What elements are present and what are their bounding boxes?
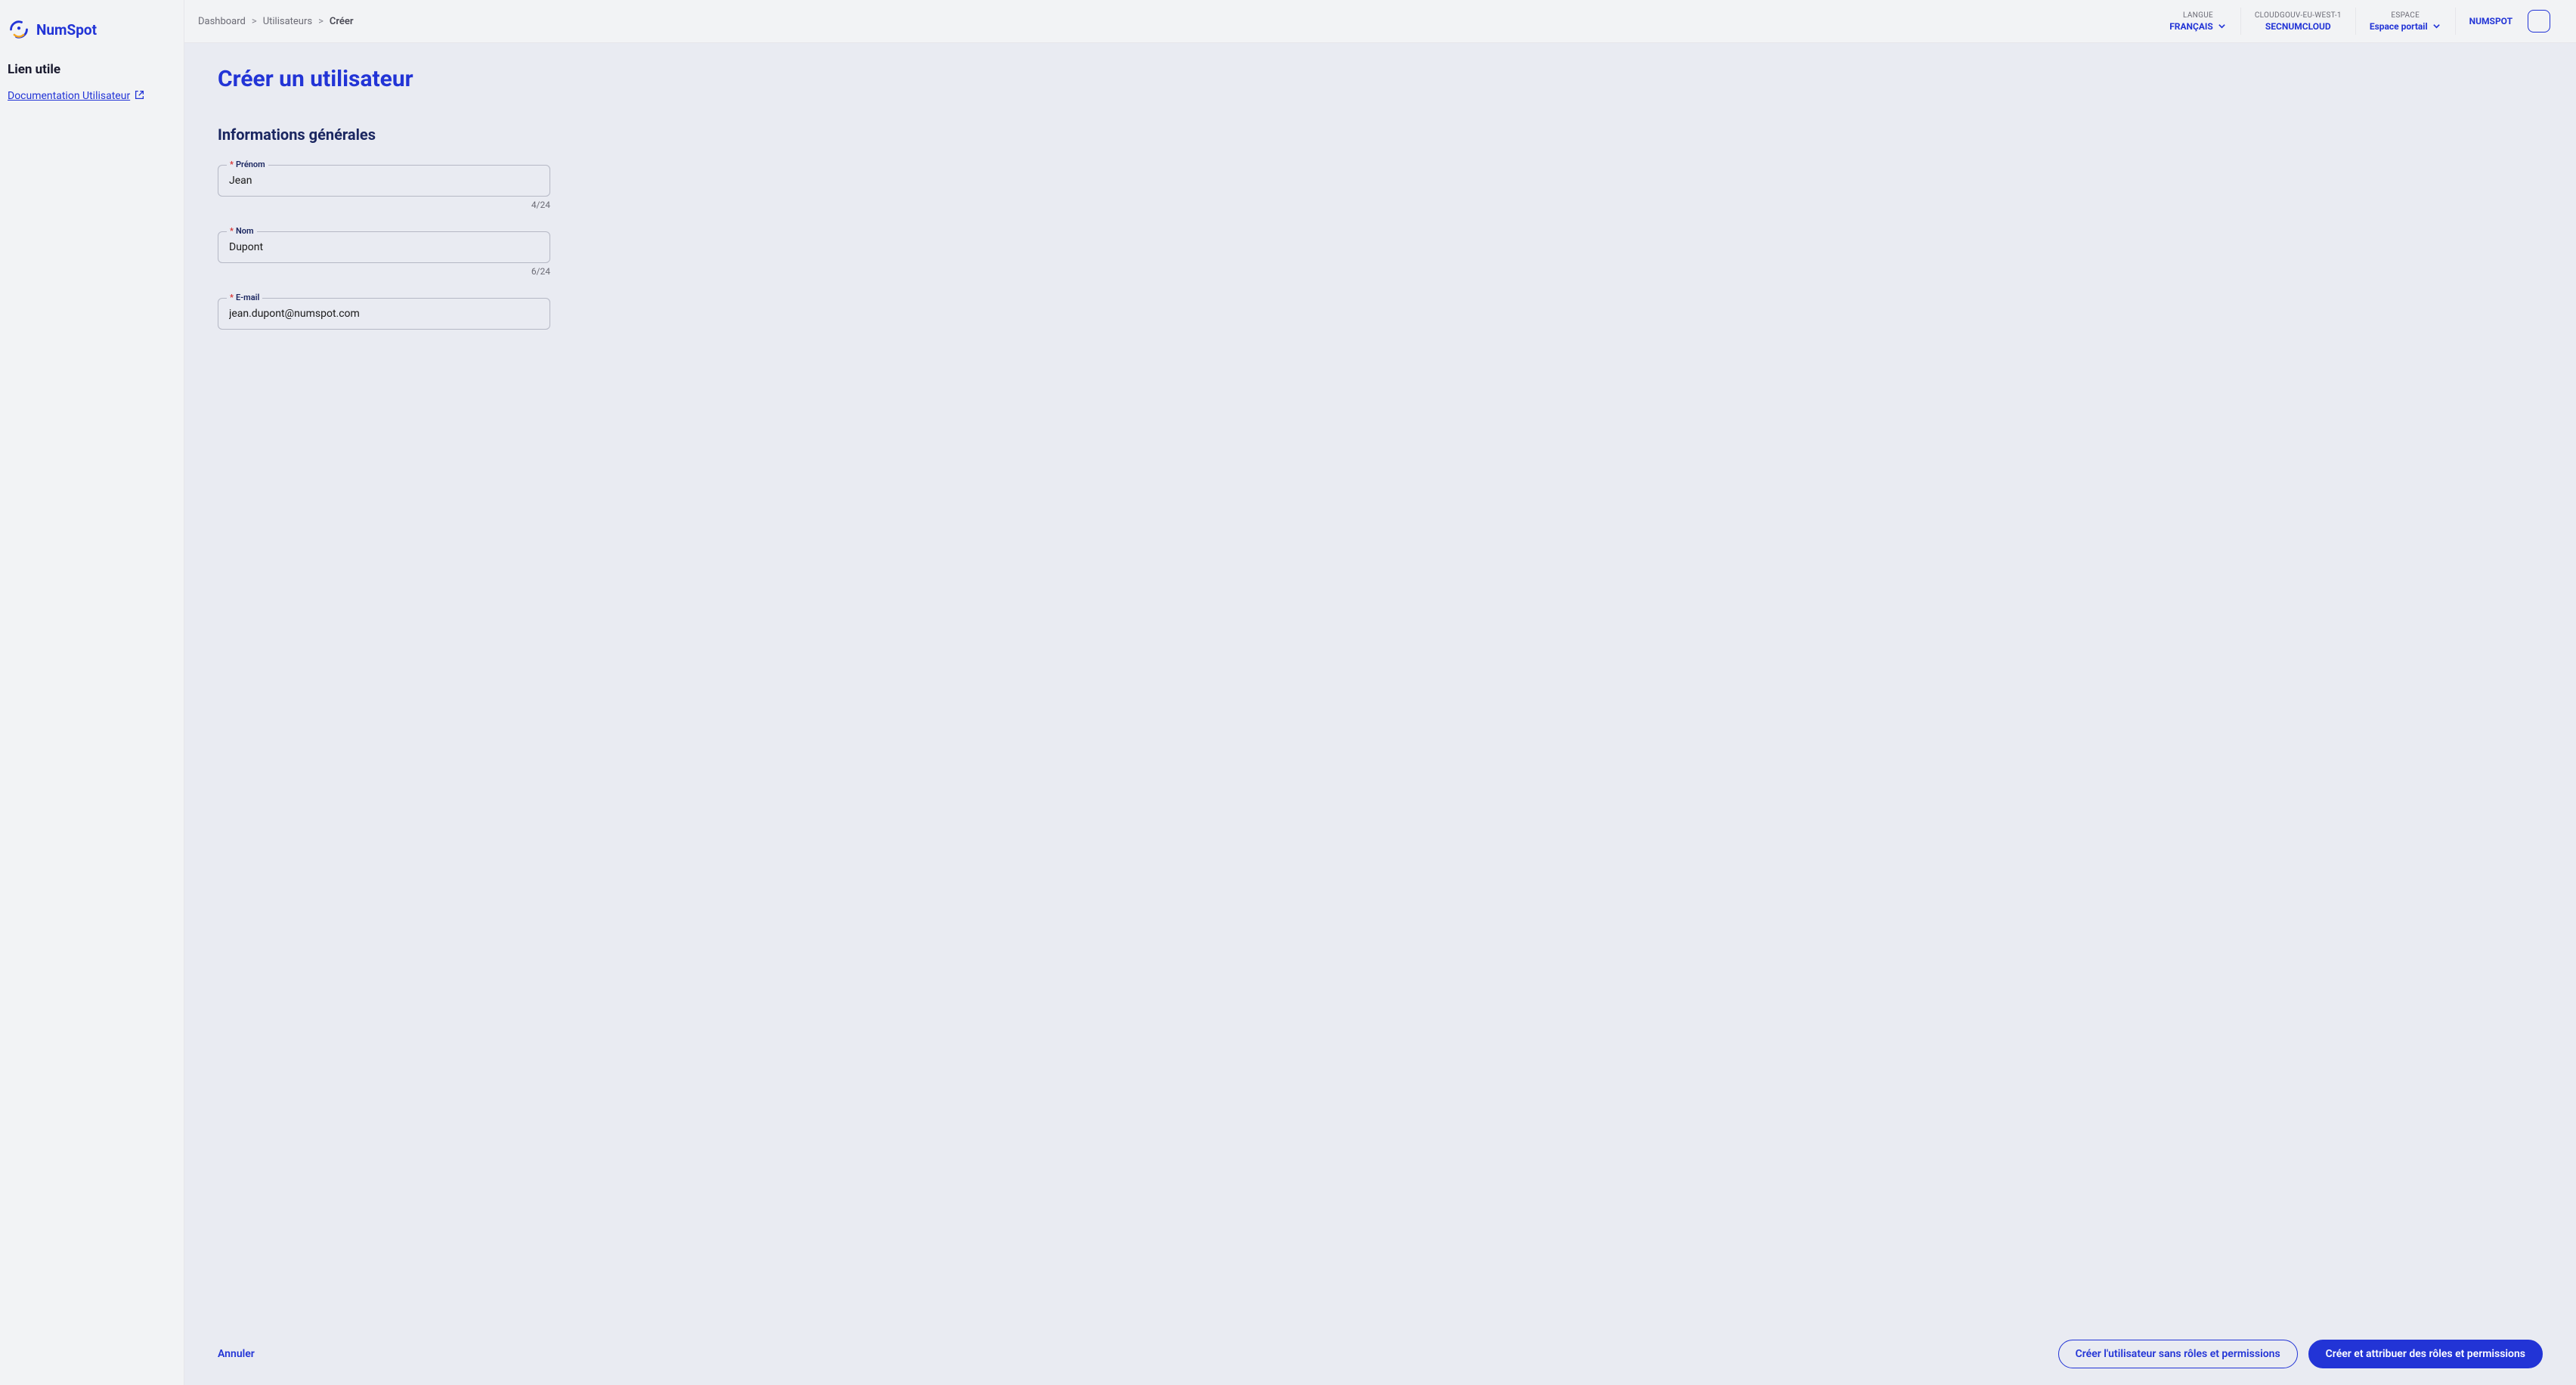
breadcrumb: Dashboard > Utilisateurs > Créer — [198, 16, 354, 27]
doc-link[interactable]: Documentation Utilisateur — [8, 90, 144, 103]
email-label: *E-mail — [227, 293, 262, 302]
sidebar: NumSpot Lien utile Documentation Utilisa… — [0, 0, 184, 1385]
external-link-icon — [135, 90, 144, 103]
region-value: SECNUMCLOUD — [2265, 21, 2331, 32]
email-field-wrap: *E-mail — [218, 298, 550, 330]
chevron-down-icon — [2432, 22, 2441, 31]
chevron-down-icon — [2218, 22, 2227, 31]
required-asterisk: * — [230, 226, 234, 236]
footer-bar: Annuler Créer l'utilisateur sans rôles e… — [184, 1326, 2576, 1385]
lastname-field-wrap: *Nom 6/24 — [218, 231, 550, 277]
topbar-space-block: ESPACE Espace portail — [2355, 8, 2455, 35]
brand-logo[interactable]: NumSpot — [8, 14, 176, 62]
lastname-input[interactable] — [218, 231, 550, 263]
breadcrumb-dashboard[interactable]: Dashboard — [198, 16, 246, 27]
section-title: Informations générales — [218, 125, 2543, 144]
doc-link-label: Documentation Utilisateur — [8, 90, 130, 102]
brand-name: NumSpot — [36, 21, 97, 39]
required-asterisk: * — [230, 293, 234, 302]
space-selector[interactable]: Espace portail — [2370, 21, 2441, 32]
lastname-label: *Nom — [227, 226, 257, 236]
cancel-button[interactable]: Annuler — [218, 1340, 255, 1368]
region-label: CLOUDGOUV-EU-WEST-1 — [2255, 11, 2342, 20]
footer-right: Créer l'utilisateur sans rôles et permis… — [2058, 1340, 2543, 1368]
firstname-input[interactable] — [218, 165, 550, 197]
language-label: LANGUE — [2183, 11, 2213, 20]
topbar-right: LANGUE FRANÇAIS CLOUDGOUV-EU-WEST-1 SECN… — [2156, 8, 2564, 35]
numspot-logo-icon — [8, 18, 30, 41]
topbar-region-block: CLOUDGOUV-EU-WEST-1 SECNUMCLOUD — [2240, 8, 2355, 35]
avatar[interactable] — [2528, 10, 2550, 33]
content: Créer un utilisateur Informations généra… — [184, 43, 2576, 1385]
required-asterisk: * — [230, 160, 234, 169]
space-value: Espace portail — [2370, 21, 2428, 32]
sidebar-section-title: Lien utile — [8, 62, 176, 77]
breadcrumb-separator: > — [318, 16, 324, 27]
firstname-field-wrap: *Prénom 4/24 — [218, 165, 550, 210]
lastname-counter: 6/24 — [218, 266, 550, 277]
topbar: Dashboard > Utilisateurs > Créer LANGUE … — [184, 0, 2576, 43]
topbar-language-block: LANGUE FRANÇAIS — [2156, 8, 2240, 35]
main: Dashboard > Utilisateurs > Créer LANGUE … — [184, 0, 2576, 1385]
space-label: ESPACE — [2391, 11, 2420, 20]
language-value: FRANÇAIS — [2169, 21, 2213, 32]
breadcrumb-users[interactable]: Utilisateurs — [263, 16, 312, 27]
email-input[interactable] — [218, 298, 550, 330]
page-title: Créer un utilisateur — [218, 66, 2543, 92]
firstname-label: *Prénom — [227, 160, 268, 169]
language-selector[interactable]: FRANÇAIS — [2169, 21, 2227, 32]
firstname-counter: 4/24 — [218, 200, 550, 210]
create-with-roles-button[interactable]: Créer et attribuer des rôles et permissi… — [2308, 1340, 2543, 1368]
breadcrumb-separator: > — [252, 16, 257, 27]
user-form: *Prénom 4/24 *Nom 6/24 *E-mail — [218, 165, 550, 330]
org-value: NUMSPOT — [2469, 16, 2513, 26]
breadcrumb-current: Créer — [330, 16, 354, 27]
create-without-roles-button[interactable]: Créer l'utilisateur sans rôles et permis… — [2058, 1340, 2298, 1368]
topbar-org-block: NUMSPOT — [2455, 8, 2564, 35]
